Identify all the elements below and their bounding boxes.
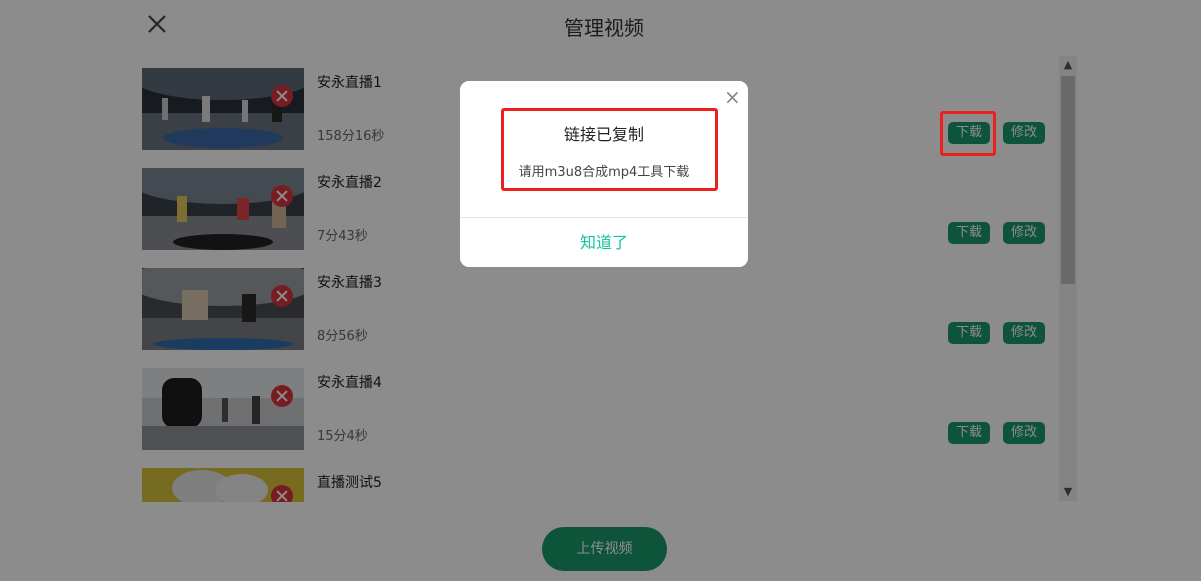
dialog-confirm-button[interactable]: 知道了 <box>460 218 748 267</box>
annotation-highlight-download <box>940 111 996 156</box>
dialog-close-icon[interactable]: × <box>724 87 741 107</box>
annotation-highlight-dialog <box>501 108 718 191</box>
